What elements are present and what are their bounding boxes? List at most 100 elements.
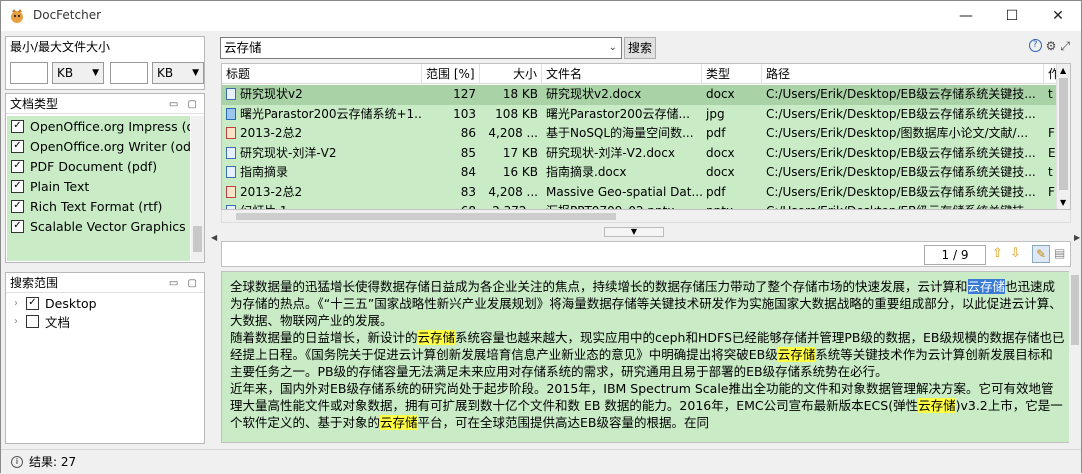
- table-row[interactable]: 曙光Parastor200云存储系统+1... 103 108 KB 曙光Parast…: [222, 104, 1058, 124]
- vertical-splitter[interactable]: ◀: [211, 37, 219, 442]
- table-cell-size: 4,208 ...: [488, 126, 538, 140]
- checkbox-checked-icon[interactable]: ✓: [26, 296, 39, 310]
- max-size-input[interactable]: [110, 62, 148, 84]
- table-row[interactable]: 研究现状v2 127 18 KB 研究现状v2.docx docx C:/Users/Er…: [222, 85, 1058, 105]
- list-item[interactable]: ✓ Scalable Vector Graphics (s: [7, 216, 190, 236]
- chevron-right-icon[interactable]: ›: [14, 316, 26, 327]
- table-row[interactable]: 幻灯片 1682,372...汇报PPT0709_02.pptxpptxC:/U…: [222, 202, 1058, 209]
- pdf-file-icon: [226, 185, 236, 198]
- checkbox-checked-icon[interactable]: ✓: [11, 159, 24, 173]
- checkbox-checked-icon[interactable]: ✓: [11, 179, 24, 193]
- table-scrollbar[interactable]: ▲ ▼: [1056, 64, 1070, 209]
- column-header-size[interactable]: 大小: [480, 64, 542, 84]
- max-size-unit-select[interactable]: KB ▼: [152, 62, 204, 84]
- search-highlight: 云存储: [918, 398, 956, 413]
- table-cell-score: 86: [460, 126, 476, 140]
- column-header-path[interactable]: 路径: [762, 64, 1044, 84]
- checkbox-checked-icon[interactable]: ✓: [11, 219, 24, 233]
- min-size-input[interactable]: [10, 62, 48, 84]
- preview-toggle-button[interactable]: ▼: [604, 227, 664, 237]
- search-input[interactable]: 云存储 ⌄: [220, 37, 622, 59]
- html-preview-icon[interactable]: ▤: [1054, 246, 1065, 260]
- preview-scrollbar[interactable]: [1069, 271, 1081, 443]
- list-item[interactable]: ✓ PDF Document (pdf): [7, 156, 190, 176]
- chevron-down-icon: ▼: [92, 68, 99, 78]
- app-window: DocFetcher — ☐ ✕ 最小/最大文件大小 KB ▼ KB ▼ 文档类…: [0, 0, 1082, 473]
- checkbox-checked-icon[interactable]: ✓: [11, 139, 24, 153]
- status-bar: i 结果: 27: [1, 449, 1081, 473]
- column-header-type[interactable]: 类型: [702, 64, 762, 84]
- scrollbar-thumb[interactable]: [1071, 275, 1079, 345]
- document-type-scrollbar[interactable]: [191, 116, 204, 261]
- search-scope-panel-title: 搜索范围 ▭ ▢: [6, 273, 204, 293]
- list-item[interactable]: ✓ OpenOffice.org Impress (o: [7, 116, 190, 136]
- tree-item-desktop[interactable]: › ✓ Desktop: [6, 294, 204, 312]
- preview-toolbar: 1 / 9 ⇧ ⇩ ✎ ▤: [221, 241, 1071, 267]
- column-header-filename[interactable]: 文件名: [542, 64, 702, 84]
- table-cell-filename: 汇报PPT0709_02.pptx: [542, 202, 702, 209]
- list-item[interactable]: ✓ OpenOffice.org Writer (od: [7, 136, 190, 156]
- min-size-unit-select[interactable]: KB ▼: [52, 62, 104, 84]
- scrollbar-thumb[interactable]: [193, 226, 202, 252]
- table-cell-score: 68: [422, 202, 480, 209]
- scroll-down-icon[interactable]: ▼: [1060, 198, 1066, 207]
- maximize-button[interactable]: ☐: [989, 1, 1035, 31]
- maximize-panel-icon[interactable]: ⤢: [1060, 39, 1070, 54]
- document-type-list: ✓ OpenOffice.org Impress (o ✓ OpenOffice.o…: [7, 116, 190, 261]
- checkbox-checked-icon[interactable]: ✓: [11, 119, 24, 133]
- checkbox-unchecked-icon[interactable]: [26, 314, 39, 328]
- search-highlight: 云存储: [967, 279, 1006, 294]
- table-row[interactable]: 研究现状-刘洋-V2 85 17 KB 研究现状-刘洋-V2.docx docx C:/U…: [222, 143, 1058, 163]
- scrollbar-thumb[interactable]: [1059, 78, 1068, 190]
- table-cell-title: 研究现状-刘洋-V2: [222, 144, 422, 163]
- page-indicator[interactable]: 1 / 9: [924, 245, 986, 265]
- column-header-score[interactable]: 范围 [%]: [422, 64, 480, 84]
- table-horizontal-scrollbar[interactable]: [221, 210, 1071, 223]
- close-button[interactable]: ✕: [1035, 1, 1081, 31]
- chevron-down-icon: ▼: [192, 68, 199, 78]
- tree-item-documents[interactable]: › 文档: [6, 312, 204, 330]
- settings-icon[interactable]: ⚙: [1046, 39, 1057, 54]
- docfetcher-logo-icon: [11, 9, 23, 23]
- scroll-up-icon[interactable]: ▲: [1060, 66, 1066, 75]
- collapse-right-icon[interactable]: ▶: [1074, 233, 1080, 242]
- table-row[interactable]: 2013-2总2 83 4,208 ... Massive Geo-spatial D…: [222, 182, 1058, 202]
- table-cell-score: 85: [460, 145, 476, 160]
- help-icon[interactable]: ?: [1028, 39, 1042, 52]
- minimize-button[interactable]: —: [943, 1, 989, 31]
- table-cell-score: 127: [453, 87, 476, 101]
- table-cell-size: 2,372...: [480, 202, 542, 209]
- preview-paragraph: 全球数据量的迅猛增长使得数据存储日益成为各企业关注的焦点，持续增长的数据存储压力…: [230, 279, 1062, 328]
- list-item[interactable]: ✓ Rich Text Format (rtf): [7, 196, 190, 216]
- chevron-right-icon[interactable]: ›: [14, 298, 26, 309]
- scrollbar-thumb[interactable]: [236, 213, 616, 220]
- panel-minmax-icon[interactable]: ▭ ▢: [169, 274, 200, 294]
- document-file-icon: [226, 146, 236, 159]
- table-cell-path: C:/Users/Erik/Desktop/EB级云存储系统关键技...: [766, 145, 1036, 160]
- panel-minmax-icon[interactable]: ▭ ▢: [169, 95, 200, 115]
- table-row[interactable]: 2013-2总2 86 4,208 ... 基于NoSQL的海量空间数... pdf C:…: [222, 124, 1058, 144]
- search-highlight: 云存储: [417, 330, 456, 345]
- table-cell-filename: 基于NoSQL的海量空间数...: [546, 126, 694, 140]
- pdf-file-icon: [226, 127, 236, 139]
- chevron-down-icon[interactable]: ⌄: [609, 38, 617, 58]
- collapse-left-icon[interactable]: ◀: [211, 233, 217, 242]
- table-cell-filename: 研究现状-刘洋-V2.docx: [546, 145, 675, 160]
- table-cell-title: 指南摘录: [222, 163, 422, 182]
- table-cell-type: pptx: [702, 202, 762, 209]
- table-row[interactable]: 指南摘录 84 16 KB 指南摘录.docx docx C:/Users/Erik/De…: [222, 163, 1058, 183]
- search-button[interactable]: 搜索: [624, 37, 656, 59]
- column-header-title[interactable]: 标题: [222, 64, 422, 84]
- table-cell-size: 18 KB: [502, 87, 538, 101]
- previous-match-icon[interactable]: ⇧: [992, 246, 1003, 261]
- checkbox-checked-icon[interactable]: ✓: [11, 199, 24, 213]
- table-cell-size: 16 KB: [502, 165, 538, 179]
- next-match-icon[interactable]: ⇩: [1010, 246, 1021, 261]
- document-type-panel-title: 文档类型 ▭ ▢: [6, 94, 204, 114]
- search-scope-panel: 搜索范围 ▭ ▢ › ✓ Desktop › 文档: [5, 272, 205, 444]
- table-cell-filename: Massive Geo-spatial Dat...: [546, 184, 702, 199]
- minimize-icon: —: [959, 8, 973, 24]
- table-cell-title: 曙光Parastor200云存储系统+1...: [222, 105, 422, 124]
- highlight-toggle-icon[interactable]: ✎: [1032, 245, 1050, 263]
- list-item[interactable]: ✓ Plain Text: [7, 176, 190, 196]
